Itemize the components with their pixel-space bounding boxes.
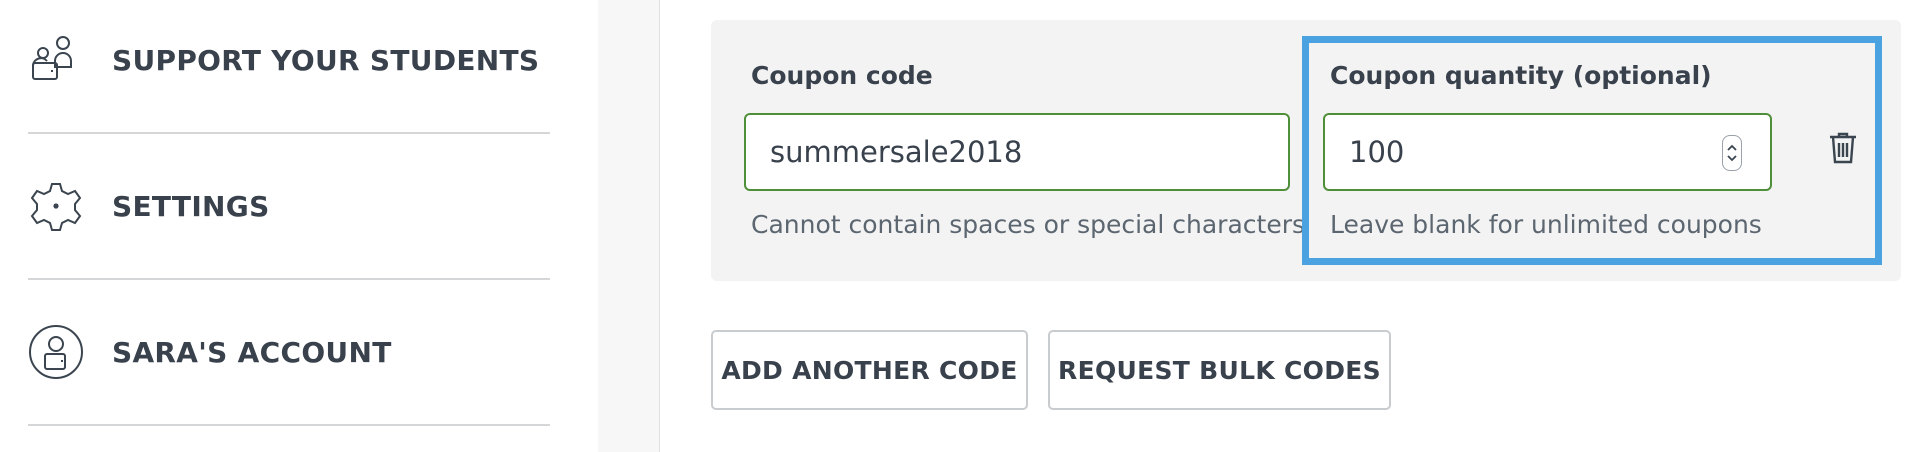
coupon-code-input[interactable]: summersale2018 (744, 113, 1290, 191)
add-another-code-button[interactable]: ADD ANOTHER CODE (711, 330, 1028, 410)
coupon-code-value: summersale2018 (770, 135, 1023, 169)
delete-code-button[interactable] (1826, 131, 1860, 169)
request-bulk-codes-label: REQUEST BULK CODES (1058, 355, 1381, 385)
coupon-quantity-hint: Leave blank for unlimited coupons (1330, 210, 1762, 239)
coupon-quantity-input[interactable]: 100 (1323, 113, 1772, 191)
coupon-code-hint: Cannot contain spaces or special charact… (751, 210, 1306, 239)
sidebar-item-settings[interactable]: SETTINGS (28, 134, 550, 280)
sidebar-item-support-students[interactable]: SUPPORT YOUR STUDENTS (28, 0, 550, 134)
coupon-quantity-value: 100 (1349, 135, 1405, 169)
chevron-down-icon (1727, 155, 1737, 162)
sidebar-item-label: SUPPORT YOUR STUDENTS (112, 43, 540, 77)
chevron-up-icon (1727, 144, 1737, 151)
gear-icon (28, 178, 84, 234)
account-icon (28, 324, 84, 380)
students-icon (28, 32, 84, 88)
trash-icon (1828, 131, 1858, 169)
sidebar: SUPPORT YOUR STUDENTS SETTINGS SARA'S AC… (0, 0, 598, 452)
request-bulk-codes-button[interactable]: REQUEST BULK CODES (1048, 330, 1391, 410)
sidebar-item-label: SETTINGS (112, 189, 270, 223)
sidebar-item-account[interactable]: SARA'S ACCOUNT (28, 280, 550, 426)
sidebar-item-label: SARA'S ACCOUNT (112, 335, 392, 369)
coupon-code-label: Coupon code (751, 61, 933, 90)
quantity-stepper[interactable] (1722, 135, 1742, 171)
coupon-quantity-label: Coupon quantity (optional) (1330, 61, 1712, 90)
add-another-code-label: ADD ANOTHER CODE (721, 355, 1018, 385)
